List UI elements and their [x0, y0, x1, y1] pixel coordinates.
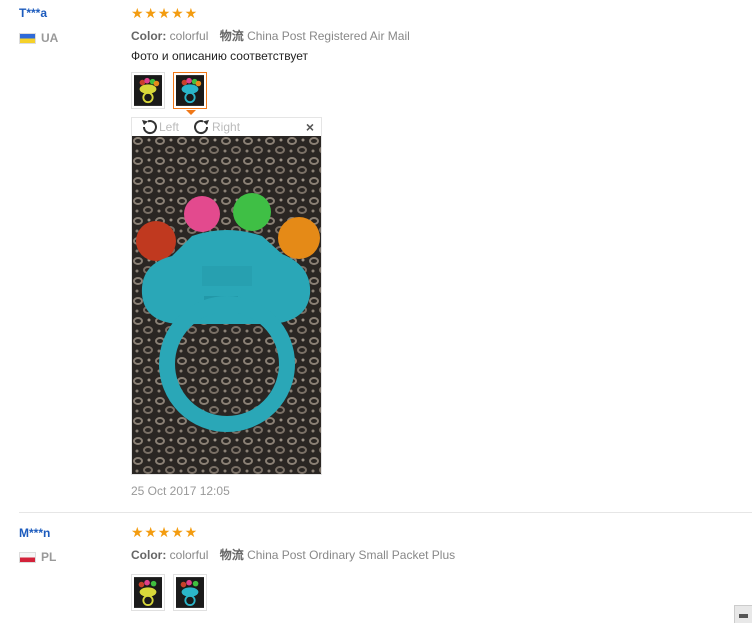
photo-thumbnail-image [176, 577, 204, 608]
photo-thumbnail-image [134, 577, 162, 608]
reviewer-name[interactable]: M***n [19, 526, 50, 540]
logistics-value: China Post Registered Air Mail [247, 29, 410, 43]
star-icon: ★ [131, 5, 144, 21]
color-value: colorful [169, 29, 209, 43]
star-icon: ★ [171, 524, 184, 540]
order-attributes: Color: colorful 物流 China Post Registered… [131, 27, 410, 44]
rotate-right-button[interactable]: Right [193, 119, 240, 135]
review-text: Фото и описанию соответствует [131, 49, 308, 63]
rating-stars: ★ ★ ★ ★ ★ [131, 5, 198, 21]
logistics-label: 物流 [219, 29, 244, 43]
star-icon: ★ [157, 5, 171, 21]
color-label: Color: [131, 29, 167, 43]
photo-thumbnail-selected[interactable] [173, 72, 207, 109]
logistics-value: China Post Ordinary Small Packet Plus [247, 548, 456, 562]
review-item: M***n PL ★ ★ ★ ★ ★ Color: colorful 物流 Ch… [0, 513, 752, 623]
order-attributes: Color: colorful 物流 China Post Ordinary S… [131, 546, 455, 563]
star-icon: ★ [184, 524, 198, 540]
logistics-label: 物流 [219, 548, 244, 562]
selected-indicator [186, 110, 196, 115]
star-icon: ★ [184, 5, 198, 21]
color-label: Color: [131, 548, 167, 562]
photo-thumbnail[interactable] [131, 574, 165, 611]
rotate-left-button[interactable]: Left [140, 119, 179, 135]
rotate-left-label: Left [159, 120, 180, 134]
photo-thumbnail-image [134, 75, 162, 106]
flag-ua-icon [19, 32, 36, 44]
color-value: colorful [169, 548, 209, 562]
reviewer-country: PL [19, 550, 56, 564]
product-photo [132, 136, 321, 474]
country-code: PL [41, 550, 57, 564]
star-icon: ★ [171, 5, 184, 21]
reviewer-name[interactable]: T***a [19, 6, 47, 20]
close-icon[interactable]: × [306, 119, 314, 135]
review-item: T***a UA ★ ★ ★ ★ ★ Color: colorful 物流 Ch… [0, 0, 752, 513]
scroll-corner-button[interactable] [734, 605, 752, 623]
photo-viewer: Left Right × [131, 117, 322, 475]
star-icon: ★ [131, 524, 144, 540]
star-icon: ★ [157, 524, 171, 540]
rotate-right-label: Right [212, 120, 241, 134]
rotate-right-icon [194, 120, 210, 135]
review-photo-large [132, 136, 321, 474]
photo-thumbnail-image [176, 75, 204, 106]
photo-thumbnail[interactable] [131, 72, 165, 109]
star-icon: ★ [144, 524, 157, 540]
viewer-toolbar: Left Right × [132, 118, 321, 136]
country-code: UA [41, 31, 59, 45]
review-date: 25 Oct 2017 12:05 [131, 484, 230, 498]
rotate-left-icon [142, 120, 157, 135]
star-icon: ★ [144, 5, 157, 21]
rating-stars: ★ ★ ★ ★ ★ [131, 524, 198, 540]
flag-pl-icon [19, 551, 36, 563]
reviewer-country: UA [19, 31, 58, 45]
photo-thumbnail[interactable] [173, 574, 207, 611]
